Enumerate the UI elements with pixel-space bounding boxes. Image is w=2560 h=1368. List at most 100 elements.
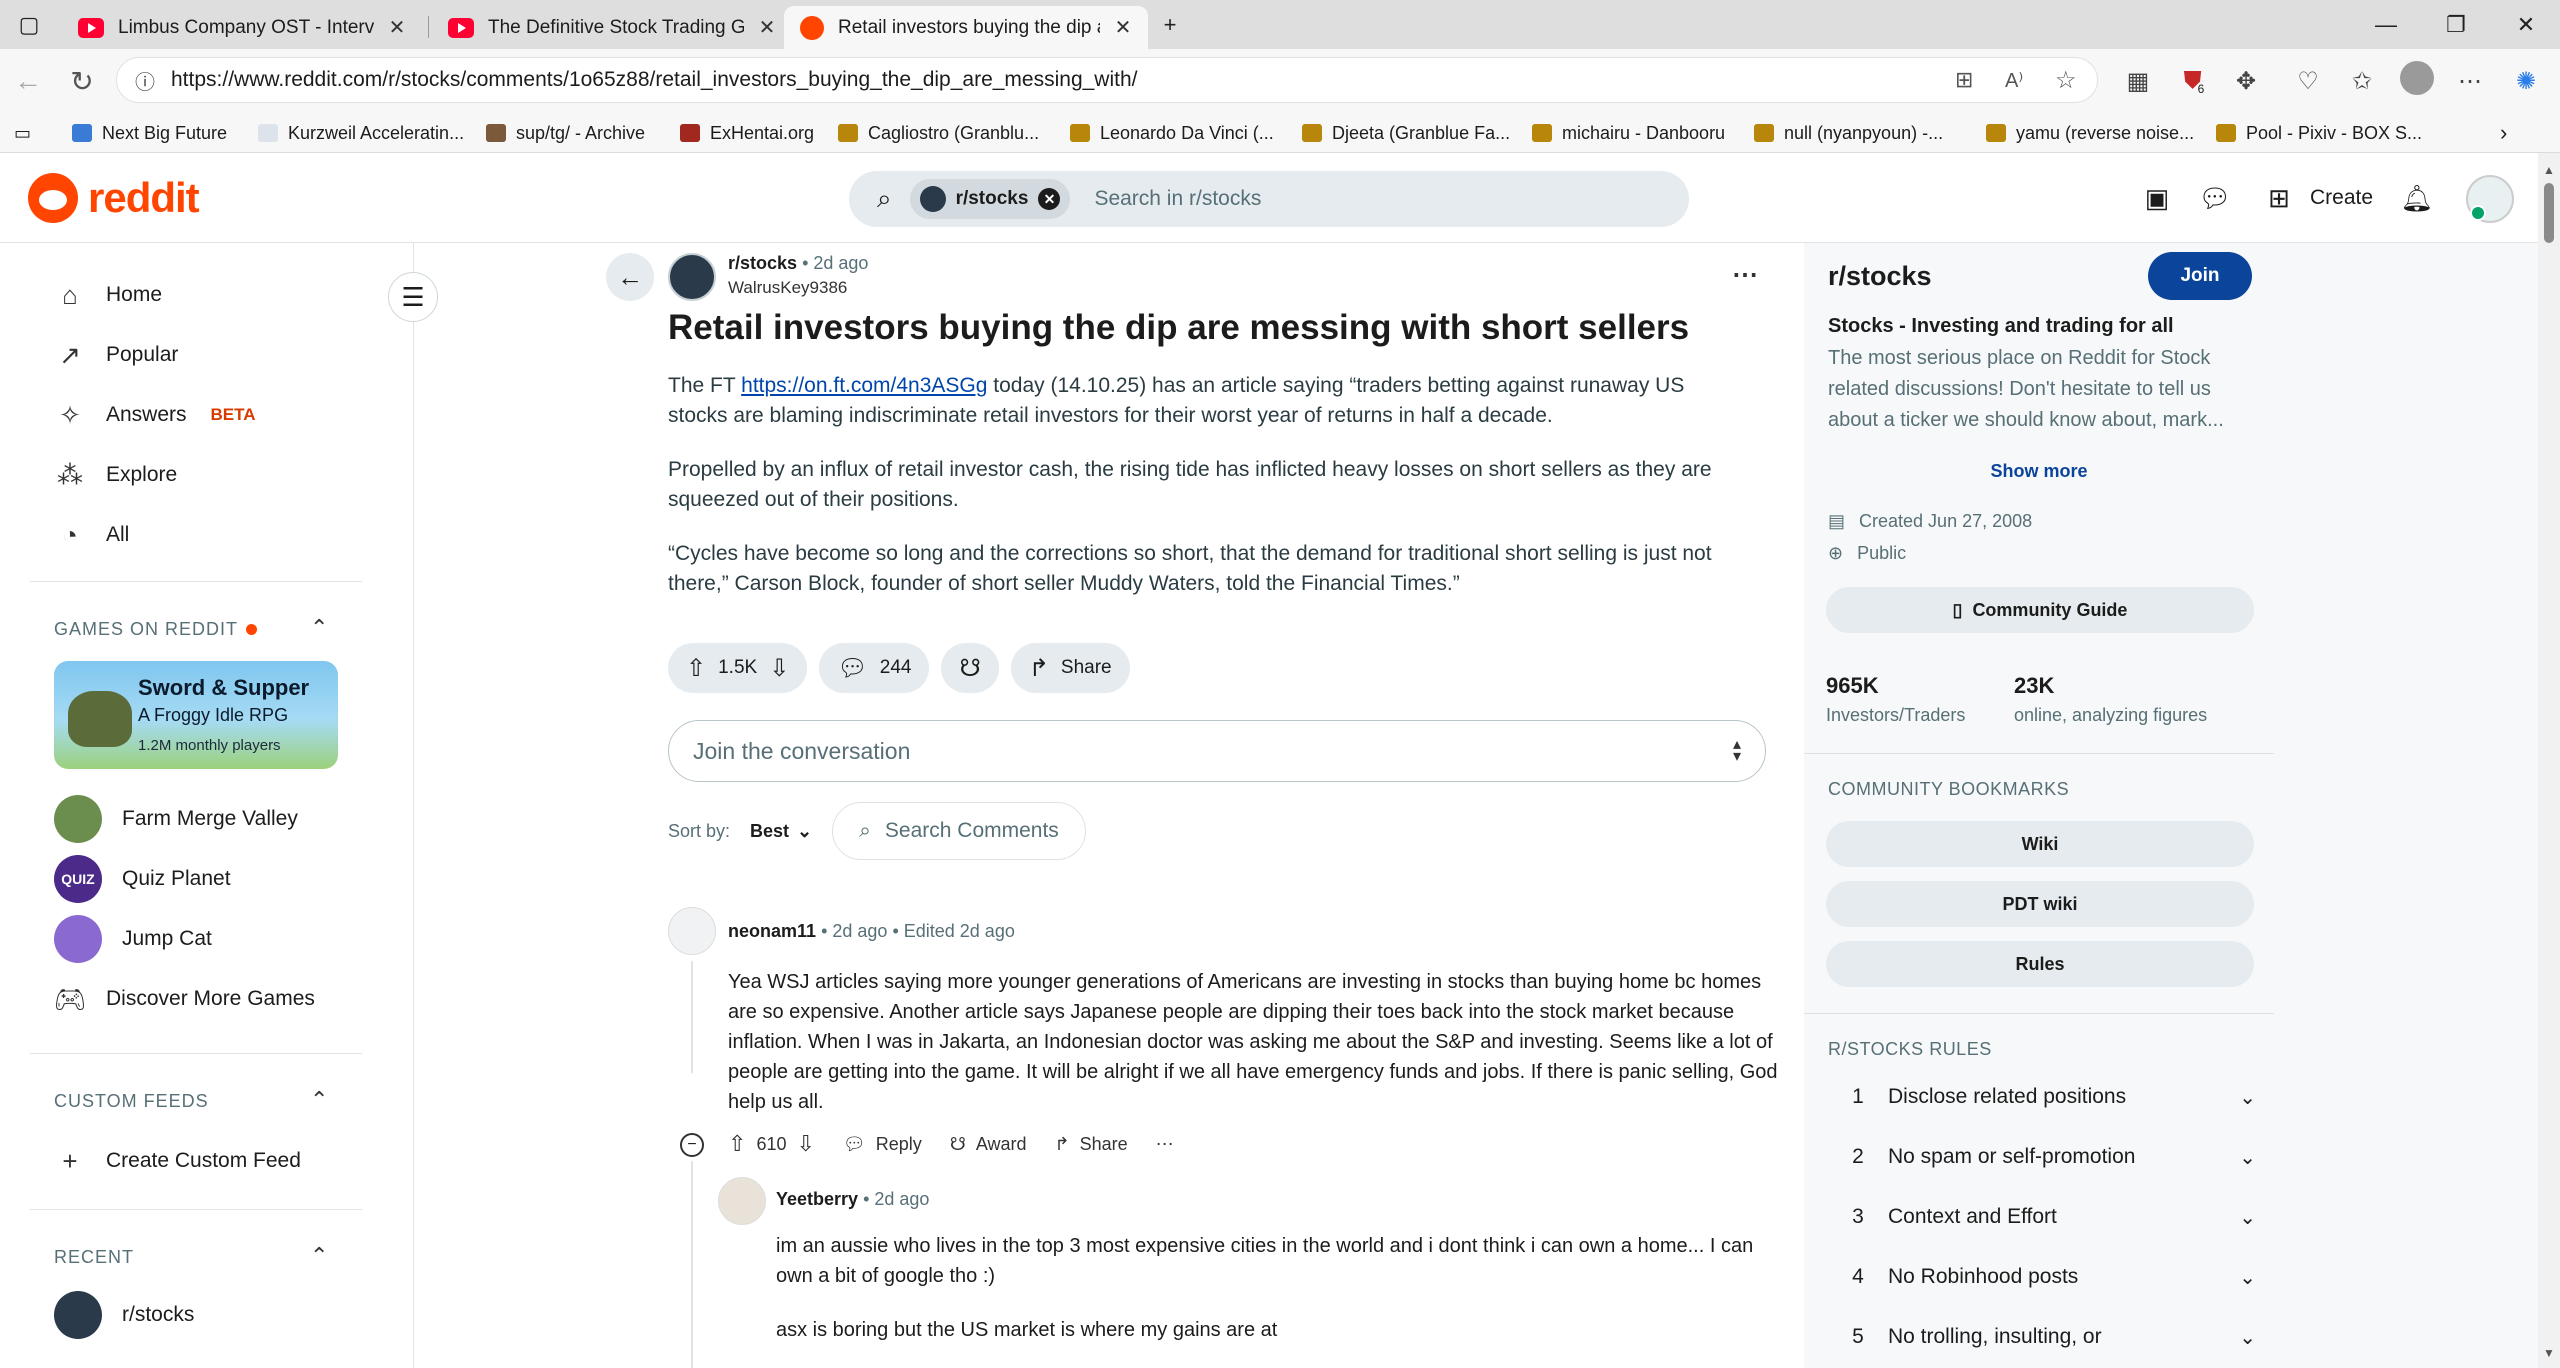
show-more-link[interactable]: Show more — [1804, 461, 2274, 482]
bookmark-item[interactable]: Cagliostro (Granblu... — [838, 119, 1039, 147]
post-author[interactable]: WalrusKey9386 — [728, 278, 847, 298]
restore-icon[interactable]: ❐ — [2426, 0, 2486, 49]
search-comments-button[interactable]: ⌕ Search Comments — [832, 802, 1086, 860]
scroll-down-icon[interactable]: ▼ — [2543, 1346, 2555, 1360]
close-icon[interactable]: ✕ — [388, 15, 406, 40]
article-link[interactable]: https://on.ft.com/4n3ASGg — [741, 374, 987, 397]
collapse-thread-icon[interactable]: − — [680, 1133, 704, 1157]
sort-dropdown[interactable]: Best ⌄ — [750, 821, 812, 842]
more-options-icon[interactable]: ⋯ — [1732, 259, 1758, 290]
scrollbar-thumb[interactable] — [2544, 183, 2554, 243]
new-tab-button[interactable]: + — [1140, 0, 1200, 49]
browser-tab-active[interactable]: Retail investors buying the dip are mess… — [784, 6, 1148, 49]
community-name[interactable]: r/stocks — [1828, 261, 1932, 292]
create-custom-feed[interactable]: + Create Custom Feed — [54, 1141, 301, 1181]
more-options-icon[interactable]: ⋯ — [1156, 1134, 1174, 1155]
tab-actions-icon[interactable]: ▢ — [0, 0, 58, 49]
bookmark-item[interactable]: yamu (reverse noise... — [1986, 119, 2194, 147]
bookmark-item[interactable]: Leonardo Da Vinci (... — [1070, 119, 1274, 147]
join-conversation-input[interactable]: Join the conversation ▴ ▾ — [668, 720, 1766, 782]
advertise-button[interactable]: ▣ — [2136, 177, 2178, 219]
game-item-farm-merge[interactable]: Farm Merge Valley — [54, 795, 298, 843]
create-post-button[interactable]: ⊞ Create — [2258, 177, 2373, 219]
copilot-icon[interactable]: ✺ — [2508, 63, 2544, 99]
url-field[interactable]: ⓘ https://www.reddit.com/r/stocks/commen… — [116, 57, 2098, 103]
rule-item[interactable]: 2 No spam or self-promotion ⌄ — [1828, 1137, 2256, 1177]
app-available-icon[interactable]: ⊞ — [1955, 67, 1973, 93]
collapse-chevron-icon[interactable]: ⌃ — [310, 1243, 328, 1269]
back-arrow-icon[interactable]: ← — [606, 253, 654, 301]
bookmark-item[interactable]: Djeeta (Granblue Fa... — [1302, 119, 1510, 147]
collapse-chevron-icon[interactable]: ⌃ — [310, 1087, 328, 1113]
award-button[interactable]: ☋ — [941, 643, 999, 693]
browser-tab-2[interactable]: The Definitive Stock Trading Guide ✕ — [432, 6, 792, 49]
games-section-heading[interactable]: GAMES ON REDDIT — [54, 619, 258, 640]
downvote-icon[interactable]: ⇩ — [796, 1131, 814, 1157]
upvote-icon[interactable]: ⇧ — [686, 654, 706, 683]
chat-button[interactable]: 💬︎ — [2194, 177, 2236, 219]
close-icon[interactable]: ✕ — [758, 15, 776, 40]
minimize-icon[interactable]: — — [2356, 0, 2416, 49]
search-scope-chip[interactable]: r/stocks ✕ — [909, 179, 1071, 219]
browser-essentials-icon[interactable]: ♡ — [2290, 63, 2326, 99]
bookmarks-overflow-chevron-icon[interactable]: › — [2500, 119, 2507, 147]
recent-heading[interactable]: RECENT — [54, 1247, 134, 1268]
bookmark-rules-button[interactable]: Rules — [1826, 941, 2254, 987]
notifications-button[interactable]: 🔔︎ — [2396, 177, 2438, 219]
sidebar-item-explore[interactable]: ⁂ Explore — [54, 455, 177, 495]
expand-icon[interactable]: ▴ ▾ — [1733, 737, 1741, 765]
back-arrow-icon[interactable]: ← — [8, 61, 48, 101]
bookmark-item[interactable]: null (nyanpyoun) -... — [1754, 119, 1943, 147]
reddit-logo[interactable]: reddit — [28, 173, 200, 223]
bookmark-item[interactable]: Kurzweil Acceleratin... — [258, 119, 464, 147]
community-guide-button[interactable]: ▯ Community Guide — [1826, 587, 2254, 633]
read-aloud-icon[interactable]: A⁾ — [2005, 68, 2023, 93]
search-input[interactable] — [1094, 187, 1595, 211]
commenter-avatar[interactable] — [668, 907, 716, 955]
commenter-avatar[interactable] — [718, 1177, 766, 1225]
game-item-quiz-planet[interactable]: QUIZ Quiz Planet — [54, 855, 231, 903]
bookmark-wiki-button[interactable]: Wiki — [1826, 821, 2254, 867]
rule-item[interactable]: 5 No trolling, insulting, or ⌄ — [1828, 1317, 2256, 1357]
rule-item[interactable]: 4 No Robinhood posts ⌄ — [1828, 1257, 2256, 1297]
extension-icon[interactable]: ▦ — [2120, 63, 2156, 99]
bookmark-item[interactable]: Pool - Pixiv - BOX S... — [2216, 119, 2422, 147]
discover-games[interactable]: 🎮︎ Discover More Games — [54, 979, 315, 1019]
comment-author[interactable]: Yeetberry — [776, 1189, 858, 1209]
subreddit-link[interactable]: r/stocks — [728, 253, 797, 273]
sidebar-item-popular[interactable]: ↗ Popular — [54, 335, 178, 375]
custom-feeds-heading[interactable]: CUSTOM FEEDS — [54, 1091, 209, 1112]
search-bar[interactable]: ⌕ r/stocks ✕ — [849, 171, 1689, 227]
favorite-star-icon[interactable]: ☆ — [2055, 66, 2077, 95]
settings-more-icon[interactable]: ⋯ — [2452, 63, 2488, 99]
reading-list-icon[interactable]: ▭ — [14, 119, 31, 147]
sidebar-item-all[interactable]: ◔ All — [54, 515, 129, 555]
window-close-icon[interactable]: ✕ — [2496, 0, 2556, 49]
sidebar-item-home[interactable]: ⌂ Home — [54, 275, 162, 315]
rule-item[interactable]: 1 Disclose related positions ⌄ — [1828, 1077, 2256, 1117]
refresh-icon[interactable]: ↻ — [62, 61, 102, 101]
recent-item[interactable]: r/stocks — [54, 1291, 194, 1339]
user-avatar[interactable] — [2466, 175, 2514, 223]
sidebar-toggle-menu-icon[interactable]: ☰ — [388, 272, 438, 322]
downvote-icon[interactable]: ⇩ — [769, 654, 789, 683]
profile-avatar[interactable] — [2400, 61, 2434, 95]
page-scrollbar[interactable]: ▲ ▼ — [2538, 153, 2560, 1368]
share-button[interactable]: ↱ Share — [1010, 643, 1130, 693]
rule-item[interactable]: 3 Context and Effort ⌄ — [1828, 1197, 2256, 1237]
game-item-jump-cat[interactable]: Jump Cat — [54, 915, 212, 963]
bookmark-pdt-wiki-button[interactable]: PDT wiki — [1826, 881, 2254, 927]
bookmark-item[interactable]: ExHentai.org — [680, 119, 814, 147]
favorites-icon[interactable]: ✩ — [2344, 63, 2380, 99]
reply-button[interactable]: 💬︎ Reply — [843, 1134, 922, 1155]
share-button[interactable]: ↱ Share — [1055, 1134, 1128, 1155]
bookmark-item[interactable]: michairu - Danbooru — [1532, 119, 1725, 147]
upvote-icon[interactable]: ⇧ — [728, 1131, 746, 1157]
ublock-extension-icon[interactable]: ⛊ 6 — [2176, 63, 2212, 99]
join-button[interactable]: Join — [2148, 252, 2252, 300]
sidebar-item-answers[interactable]: ✧ Answers BETA — [54, 395, 255, 435]
close-icon[interactable]: ✕ — [1114, 15, 1132, 40]
site-info-icon[interactable]: ⓘ — [135, 66, 155, 95]
subreddit-avatar[interactable] — [668, 253, 716, 301]
scroll-up-icon[interactable]: ▲ — [2543, 163, 2555, 177]
